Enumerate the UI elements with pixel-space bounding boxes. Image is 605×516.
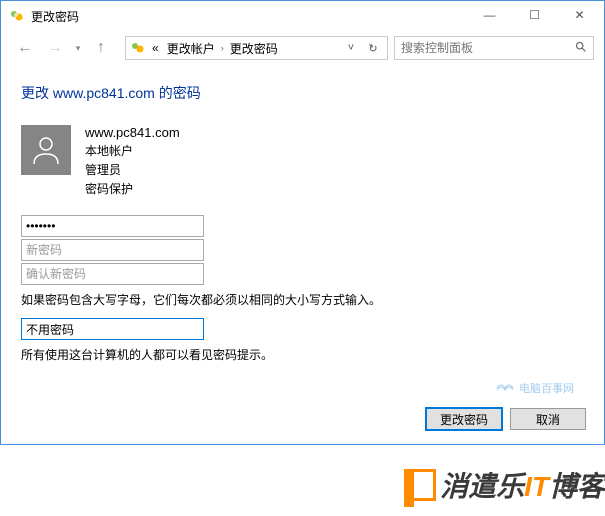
minimize-button[interactable]: — [467,1,512,29]
window-icon [9,8,25,24]
help-text-case: 如果密码包含大写字母，它们每次都必须以相同的大小写方式输入。 [21,291,584,308]
user-details: www.pc841.com 本地帐户 管理员 密码保护 [85,125,180,197]
page-title: 更改 www.pc841.com 的密码 [21,83,584,103]
search-icon[interactable] [574,40,587,56]
breadcrumb-item[interactable]: 更改密码 [228,40,280,57]
search-box[interactable] [394,36,594,60]
password-fields [21,215,481,285]
content-area: 更改 www.pc841.com 的密码 www.pc841.com 本地帐户 … [1,65,604,391]
titlebar: 更改密码 — ☐ ✕ [1,1,604,31]
help-text-hint: 所有使用这台计算机的人都可以看见密码提示。 [21,346,584,363]
logo-text: 消遣乐IT博客 [440,465,605,505]
button-row: 更改密码 取消 [426,408,586,430]
submit-button[interactable]: 更改密码 [426,408,502,430]
cancel-button[interactable]: 取消 [510,408,586,430]
account-role: 管理员 [85,161,180,178]
hint-field-wrap [21,318,481,340]
refresh-icon[interactable]: ↻ [363,38,383,58]
current-password-field[interactable] [21,215,204,237]
maximize-button[interactable]: ☐ [512,1,557,29]
window-title: 更改密码 [31,8,467,25]
breadcrumb-item[interactable]: 更改帐户 [165,40,217,57]
address-bar[interactable]: « 更改帐户 › 更改密码 ˅ ↻ [125,36,388,60]
new-password-field[interactable] [21,239,204,261]
logo-icon [404,469,436,501]
back-button[interactable]: ← [11,34,39,62]
address-dropdown-icon[interactable]: ˅ [341,38,361,58]
close-button[interactable]: ✕ [557,1,602,29]
password-hint-field[interactable] [21,318,204,340]
search-input[interactable] [401,41,574,55]
address-icon [130,40,146,56]
account-type: 本地帐户 [85,142,180,159]
confirm-password-field[interactable] [21,263,204,285]
user-info-row: www.pc841.com 本地帐户 管理员 密码保护 [21,125,584,197]
password-protection: 密码保护 [85,180,180,197]
change-password-window: 更改密码 — ☐ ✕ ← → ▾ ↑ « 更改帐户 › 更改密码 ˅ ↻ [0,0,605,445]
page-logo: 消遣乐IT博客 [0,445,605,515]
up-button[interactable]: ↑ [87,34,115,62]
window-controls: — ☐ ✕ [467,1,602,31]
user-name: www.pc841.com [85,125,180,140]
breadcrumb-prefix: « [150,41,161,55]
forward-button[interactable]: → [41,34,69,62]
chevron-right-icon: › [221,43,224,53]
avatar [21,125,71,175]
history-dropdown[interactable]: ▾ [71,43,85,54]
navigation-bar: ← → ▾ ↑ « 更改帐户 › 更改密码 ˅ ↻ [1,31,604,65]
